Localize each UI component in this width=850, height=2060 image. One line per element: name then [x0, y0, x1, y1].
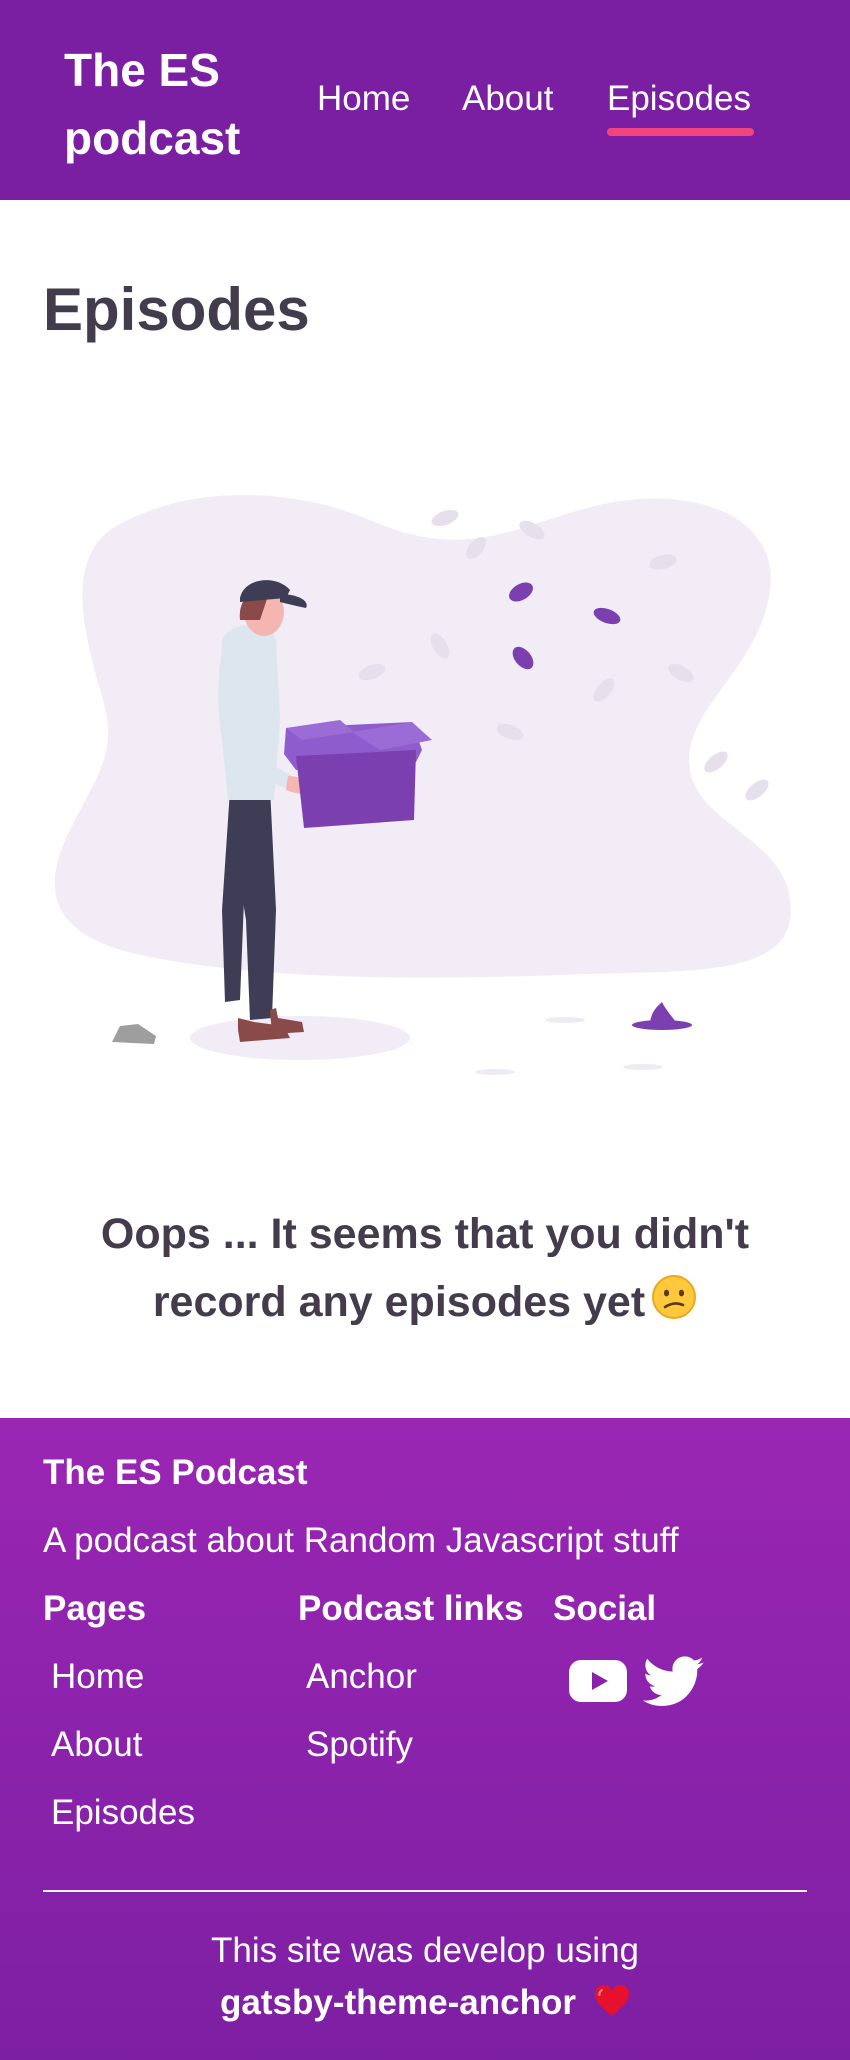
man-carrying-box-illustration — [54, 495, 791, 1075]
footer-podcast-links-heading: Podcast links — [298, 1589, 524, 1628]
heart-icon — [594, 1982, 630, 2032]
social-icons — [569, 1652, 769, 1712]
gatsby-theme-anchor-link[interactable]: gatsby-theme-anchor — [220, 1983, 576, 2022]
site-footer: The ES Podcast A podcast about Random Ja… — [0, 1418, 850, 2060]
footer-link-about[interactable]: About — [51, 1720, 142, 1770]
empty-state-message: Oops ... It seems that you didn't record… — [40, 1200, 810, 1340]
footer-description: A podcast about Random Javascript stuff — [43, 1521, 679, 1560]
list-item: Anchor — [298, 1634, 553, 1702]
footer-podcast-links-column: Podcast links Anchor Spotify — [298, 1584, 553, 1770]
list-item: Episodes — [43, 1770, 298, 1838]
nav-home-link[interactable]: Home — [317, 74, 410, 124]
footer-social-heading: Social — [553, 1589, 657, 1628]
footer-pages-column: Pages Home About Episodes — [43, 1584, 298, 1838]
list-item: Spotify — [298, 1702, 553, 1770]
nav-episodes-link[interactable]: Episodes — [607, 74, 751, 124]
footer-pages-heading: Pages — [43, 1589, 147, 1628]
footer-link-spotify[interactable]: Spotify — [306, 1720, 413, 1770]
confused-face-icon — [651, 1272, 697, 1340]
site-header: The ES podcast Home About Episodes — [0, 0, 850, 200]
footer-link-home[interactable]: Home — [51, 1652, 144, 1702]
list-item: About — [43, 1702, 298, 1770]
footer-credit-theme-line: gatsby-theme-anchor — [0, 1978, 850, 2032]
footer-divider — [43, 1890, 807, 1892]
footer-social-column: Social — [553, 1584, 808, 1707]
twitter-icon[interactable] — [642, 1656, 705, 1713]
footer-podcast-links-list: Anchor Spotify — [298, 1634, 553, 1770]
empty-state-illustration — [40, 470, 810, 1090]
footer-pages-list: Home About Episodes — [43, 1634, 298, 1838]
list-item: Home — [43, 1634, 298, 1702]
footer-link-episodes[interactable]: Episodes — [51, 1788, 195, 1838]
active-nav-indicator — [607, 128, 754, 136]
youtube-icon[interactable] — [569, 1660, 627, 1707]
nav-about-link[interactable]: About — [462, 74, 553, 124]
main-nav: Home About Episodes — [0, 74, 850, 154]
footer-link-anchor[interactable]: Anchor — [306, 1652, 417, 1702]
footer-credit-line: This site was develop using — [211, 1931, 639, 1970]
footer-title: The ES Podcast — [43, 1453, 308, 1492]
page-title: Episodes — [43, 276, 310, 343]
